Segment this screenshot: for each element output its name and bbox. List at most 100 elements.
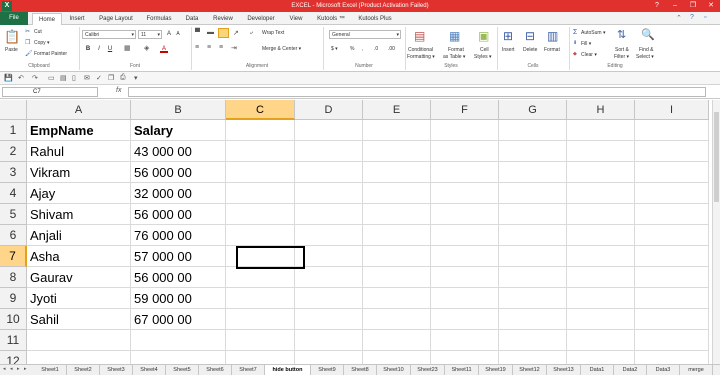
cell-c10[interactable] <box>226 309 295 330</box>
cell-i10[interactable] <box>635 309 709 330</box>
column-header-f[interactable]: F <box>431 100 499 120</box>
format-cells-button[interactable]: Format <box>544 47 560 53</box>
sort-filter-button-line2[interactable]: Filter ▾ <box>614 54 629 60</box>
row-header-7[interactable]: 7 <box>0 246 27 267</box>
cell-b8[interactable]: 56 000 00 <box>131 267 226 288</box>
cell-h2[interactable] <box>567 141 635 162</box>
format-cells-icon[interactable]: ▥ <box>547 29 558 43</box>
cell-e9[interactable] <box>363 288 431 309</box>
select-all-button[interactable] <box>0 100 27 120</box>
cell-f1[interactable] <box>431 120 499 141</box>
cell-d6[interactable] <box>295 225 363 246</box>
cell-g6[interactable] <box>499 225 567 246</box>
sheet-tab-sheet4[interactable]: Sheet4 <box>133 365 166 375</box>
comma-button[interactable]: , <box>362 46 363 52</box>
cell-f6[interactable] <box>431 225 499 246</box>
format-as-table-icon[interactable]: ▦ <box>449 29 460 43</box>
cell-g7[interactable] <box>499 246 567 267</box>
cell-f7[interactable] <box>431 246 499 267</box>
cell-c2[interactable] <box>226 141 295 162</box>
cell-c5[interactable] <box>226 204 295 225</box>
cell-c9[interactable] <box>226 288 295 309</box>
restore-button[interactable]: ❐ <box>684 0 702 12</box>
cut-icon[interactable]: ✂ <box>25 28 30 35</box>
cell-d9[interactable] <box>295 288 363 309</box>
cell-i2[interactable] <box>635 141 709 162</box>
wrap-text-button[interactable]: Wrap Text <box>262 30 284 36</box>
cell-a5[interactable]: Shivam <box>27 204 131 225</box>
cell-g11[interactable] <box>499 330 567 351</box>
cell-i9[interactable] <box>635 288 709 309</box>
redo-icon[interactable]: ↷ <box>32 74 38 82</box>
column-header-c[interactable]: C <box>226 100 295 120</box>
cell-h10[interactable] <box>567 309 635 330</box>
minimize-button[interactable]: – <box>666 0 684 12</box>
undo-icon[interactable]: ↶ <box>18 74 24 82</box>
row-header-2[interactable]: 2 <box>0 141 27 162</box>
delete-cells-icon[interactable]: ⊟ <box>525 29 535 43</box>
row-header-6[interactable]: 6 <box>0 225 27 246</box>
column-header-a[interactable]: A <box>27 100 131 120</box>
column-header-g[interactable]: G <box>499 100 567 120</box>
cell-c8[interactable] <box>226 267 295 288</box>
tab-review[interactable]: Review <box>208 13 238 25</box>
cell-a11[interactable] <box>27 330 131 351</box>
cell-b5[interactable]: 56 000 00 <box>131 204 226 225</box>
cell-f12[interactable] <box>431 351 499 364</box>
cell-b2[interactable]: 43 000 00 <box>131 141 226 162</box>
cell-e12[interactable] <box>363 351 431 364</box>
column-header-e[interactable]: E <box>363 100 431 120</box>
cell-e4[interactable] <box>363 183 431 204</box>
tab-insert[interactable]: Insert <box>64 13 90 25</box>
paste-button[interactable]: Paste <box>5 47 18 53</box>
align-right-icon[interactable]: ≡ <box>219 44 223 51</box>
cell-d12[interactable] <box>295 351 363 364</box>
cell-a1[interactable]: EmpName <box>27 120 131 141</box>
sheet-tab-sheet2[interactable]: Sheet2 <box>67 365 100 375</box>
fill-color-icon[interactable]: ◈ <box>144 44 149 52</box>
next-sheet-icon[interactable]: ▸ <box>17 366 20 372</box>
sheet-tab-hide-button[interactable]: hide button <box>265 365 311 375</box>
cell-g2[interactable] <box>499 141 567 162</box>
align-top-icon[interactable]: ▀ <box>195 29 200 36</box>
row-header-5[interactable]: 5 <box>0 204 27 225</box>
font-size-select[interactable]: 11 ▾ <box>138 30 162 39</box>
first-sheet-icon[interactable]: ◂ <box>3 366 6 372</box>
cell-i7[interactable] <box>635 246 709 267</box>
cell-h9[interactable] <box>567 288 635 309</box>
tab-view[interactable]: View <box>284 13 308 25</box>
close-button[interactable]: ✕ <box>702 0 720 12</box>
help-button[interactable]: ? <box>648 0 666 12</box>
clear-button[interactable]: Clear ▾ <box>581 52 597 58</box>
insert-cells-button[interactable]: Insert <box>502 47 515 53</box>
help-icon[interactable]: ? <box>690 14 694 21</box>
cell-e3[interactable] <box>363 162 431 183</box>
tab-data[interactable]: Data <box>180 13 204 25</box>
cell-e5[interactable] <box>363 204 431 225</box>
sheet-tab-sheet19[interactable]: Sheet19 <box>479 365 513 375</box>
row-header-8[interactable]: 8 <box>0 267 27 288</box>
cell-e1[interactable] <box>363 120 431 141</box>
cell-i8[interactable] <box>635 267 709 288</box>
sheet-tab-merge[interactable]: merge <box>680 365 713 375</box>
cell-d10[interactable] <box>295 309 363 330</box>
find-select-button-line2[interactable]: Select ▾ <box>636 54 654 60</box>
cell-d2[interactable] <box>295 141 363 162</box>
cell-e6[interactable] <box>363 225 431 246</box>
bold-button[interactable]: B <box>84 45 92 53</box>
align-middle-icon[interactable]: ▬ <box>207 29 214 36</box>
formula-input[interactable] <box>128 87 706 97</box>
cell-i6[interactable] <box>635 225 709 246</box>
cell-f10[interactable] <box>431 309 499 330</box>
row-header-1[interactable]: 1 <box>0 120 27 141</box>
cell-e8[interactable] <box>363 267 431 288</box>
column-header-h[interactable]: H <box>567 100 635 120</box>
underline-button[interactable]: U <box>106 45 114 53</box>
row-header-10[interactable]: 10 <box>0 309 27 330</box>
cell-a4[interactable]: Ajay <box>27 183 131 204</box>
sheet-tab-sheet1[interactable]: Sheet1 <box>34 365 67 375</box>
format-painter-button[interactable]: Format Painter <box>34 51 67 57</box>
align-left-icon[interactable]: ≡ <box>195 44 199 51</box>
font-color-button[interactable]: A <box>160 45 168 53</box>
cell-d7[interactable] <box>295 246 363 267</box>
